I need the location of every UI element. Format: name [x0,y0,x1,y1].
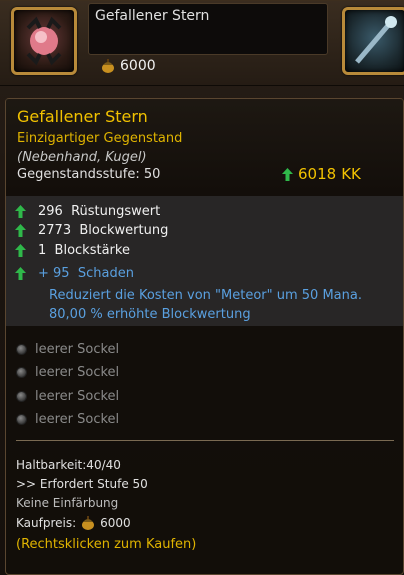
combat-rating-value: 6018 [298,165,337,183]
stat-value: 1 [38,243,47,258]
socket-slot: leerer Sockel [16,412,119,427]
stat-line: 296 Rüstungswert [15,204,160,219]
durability: Haltbarkeit:40/40 [16,458,121,472]
item-type: (Nebenhand, Kugel) [17,150,147,165]
buy-price: Kaufpreis: 6000 [16,515,131,531]
item-name: Gefallener Stern [95,8,210,24]
stat-value: 296 [38,204,63,219]
item-level: Gegenstandsstufe: 50 [17,167,160,182]
item-tooltip: Gefallener Stern Einzigartiger Gegenstan… [5,98,404,575]
stat-line: 1 Blockstärke [15,243,130,258]
socket-icon [16,367,27,378]
stat-label: Blockwertung [79,223,169,238]
required-level: >> Erfordert Stufe 50 [16,477,148,491]
dye-status: Keine Einfärbung [16,496,119,510]
combat-rating: 6018 KK [282,165,361,183]
stat-line: 2773 Blockwertung [15,223,168,238]
combat-rating-unit: KK [341,165,361,183]
description-line: Reduziert die Kosten von "Meteor" um 50 … [49,288,362,303]
tooltip-title: Gefallener Stern [17,107,148,126]
buy-price-value: 6000 [100,516,131,530]
stat-value: 2773 [38,223,72,238]
item-icon-fallen-star[interactable] [11,7,77,75]
socket-label: leerer Sockel [35,389,120,404]
item-level-value: 50 [143,167,161,182]
socket-icon [16,344,27,355]
stat-label: Schaden [77,266,134,281]
up-arrow-icon [282,167,293,181]
buy-price-label: Kaufpreis: [16,516,77,530]
stat-label: Rüstungswert [71,204,161,219]
item-icon-staff[interactable] [342,7,404,75]
socket-slot: leerer Sockel [16,342,119,357]
staff-icon [355,16,397,64]
acorn-coin-icon [80,515,96,531]
socket-label: leerer Sockel [35,342,120,357]
up-arrow-icon [15,244,26,257]
socket-slot: leerer Sockel [16,365,119,380]
item-quality: Einzigartiger Gegenstand [17,131,183,146]
socket-slot: leerer Sockel [16,389,119,404]
divider [16,440,394,441]
up-arrow-icon [15,205,26,218]
buy-hint: (Rechtsklicken zum Kaufen) [16,537,197,552]
stat-label: Blockstärke [54,243,130,258]
socket-label: leerer Sockel [35,412,120,427]
up-arrow-icon [15,224,26,237]
item-price: 6000 [100,58,156,74]
socket-icon [16,391,27,402]
item-level-label: Gegenstandsstufe: [17,167,140,182]
socket-label: leerer Sockel [35,365,120,380]
up-arrow-icon [15,267,26,280]
orb-icon [26,16,62,66]
stat-line-damage: + 95 Schaden [15,266,134,281]
item-description: Reduziert die Kosten von "Meteor" um 50 … [49,286,362,324]
description-line: 80,00 % erhöhte Blockwertung [49,307,251,322]
acorn-coin-icon [100,58,116,74]
price-value: 6000 [120,58,156,74]
stat-value: + 95 [38,266,70,281]
socket-icon [16,414,27,425]
